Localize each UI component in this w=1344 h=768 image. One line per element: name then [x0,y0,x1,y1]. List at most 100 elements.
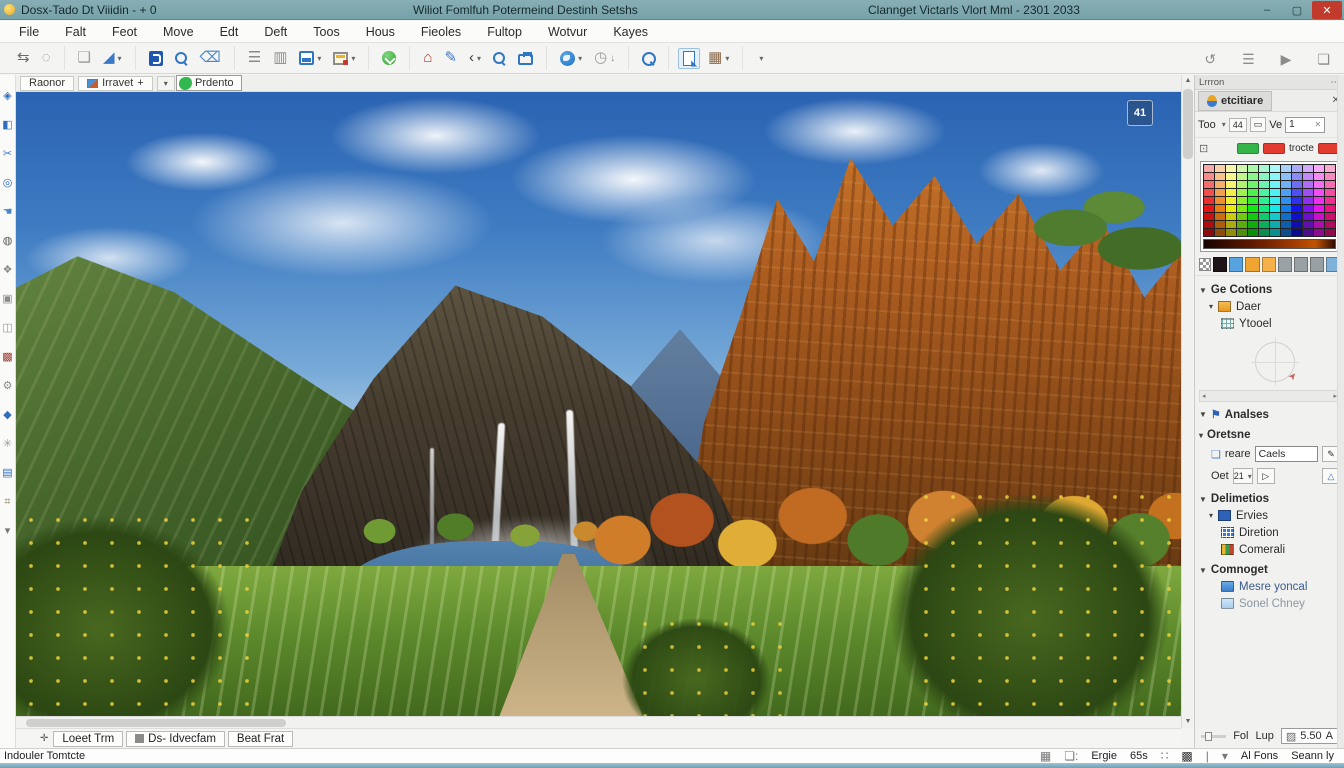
palette-cell[interactable] [1248,229,1258,236]
palette-cell[interactable] [1226,173,1236,180]
color-swatch[interactable] [1310,257,1324,272]
color-swatch[interactable] [1245,257,1259,272]
palette-cell[interactable] [1259,221,1269,228]
palette-cell[interactable] [1204,197,1214,204]
palette-cell[interactable] [1314,181,1324,188]
value-dropdown-button[interactable]: 21 ▾ [1233,468,1253,484]
palette-cell[interactable] [1215,173,1225,180]
palette-cell[interactable] [1281,173,1291,180]
dropdown-caret-icon[interactable]: ▾ [118,54,122,63]
palette-cell[interactable] [1237,189,1247,196]
palette-cell[interactable] [1270,189,1280,196]
history-icon-button[interactable]: ◷↓ [590,48,619,68]
palette-cell[interactable] [1325,213,1335,220]
status-item-ergie[interactable]: Ergie [1091,750,1117,762]
hand-tool-icon[interactable]: ☚ [1,205,15,219]
lup-label[interactable]: Lup [1255,730,1273,742]
palette-cell[interactable] [1259,173,1269,180]
palette-cell[interactable] [1314,197,1324,204]
shape-tool-icon[interactable]: ◆ [1,408,15,422]
palette-cell[interactable] [1325,229,1335,236]
clear-icon[interactable]: ✕ [1314,120,1321,129]
section-ge-cotions[interactable]: ▼ Ge Cotions [1195,282,1344,298]
chart-icon-button[interactable]: ▥ [269,48,291,68]
dropdown-caret-icon[interactable]: ▾ [725,54,729,63]
palette-cell[interactable] [1325,165,1335,172]
eraser-icon-button[interactable]: ⌫ [196,48,225,68]
palette-cell[interactable] [1303,205,1313,212]
list-icon-button[interactable]: ☰ [244,48,265,68]
palette-cell[interactable] [1215,189,1225,196]
dropdown-caret-icon[interactable]: ▾ [477,54,481,63]
stamp-tool-icon[interactable]: ▣ [1,292,15,306]
palette-cell[interactable] [1292,213,1302,220]
caret-icon[interactable]: ▾ [1222,749,1228,763]
palette-cell[interactable] [1281,213,1291,220]
palette-cell[interactable] [1226,197,1236,204]
palette-cell[interactable] [1292,205,1302,212]
color-swatch[interactable] [1278,257,1292,272]
palette-cell[interactable] [1314,213,1324,220]
dropdown-caret-icon[interactable]: ▾ [317,54,321,63]
window-icon[interactable]: ▦ [1040,749,1051,763]
color-swatch[interactable] [1229,257,1243,272]
transparency-checker-icon[interactable] [1199,258,1211,271]
scroll-up-arrow[interactable]: ▲ [1182,75,1194,87]
palette-cell[interactable] [1303,229,1313,236]
menu-item-kayes[interactable]: Kayes [600,23,661,41]
palette-cell[interactable] [1226,229,1236,236]
close-button[interactable]: ✕ [1312,1,1342,19]
palette-cell[interactable] [1314,229,1324,236]
vertical-scroll-thumb[interactable] [1183,89,1193,159]
palette-cell[interactable] [1303,165,1313,172]
cut-tool-icon[interactable]: ✂ [1,147,15,161]
tree-item-daer[interactable]: ▾Daer [1195,298,1344,315]
palette-cell[interactable] [1248,197,1258,204]
palette-cell[interactable] [1259,165,1269,172]
zoom-value-box[interactable]: ▨ 5.50 A [1281,728,1338,744]
bar-tool-icon[interactable]: ▤ [1,466,15,480]
palette-cell[interactable] [1314,205,1324,212]
palette-cell[interactable] [1259,181,1269,188]
play-icon-button[interactable]: ▶ [1277,49,1296,69]
palette-cell[interactable] [1281,229,1291,236]
monitor-icon-button[interactable]: ▾ [295,49,325,67]
doc-icon[interactable]: ❏: [1064,749,1078,763]
palette-cell[interactable] [1270,181,1280,188]
horizontal-scroll-thumb[interactable] [26,719,286,727]
palette-cell[interactable] [1215,181,1225,188]
palette-cell[interactable] [1226,189,1236,196]
palette-cell[interactable] [1325,197,1335,204]
target-tool-icon[interactable]: ◎ [1,176,15,190]
shape-button[interactable]: ▭ [1250,117,1267,132]
printer-icon-button[interactable]: ❑ [74,48,95,68]
frame-tool-icon[interactable]: ◫ [1,321,15,335]
palette-cell[interactable] [1248,213,1258,220]
key-icon-button[interactable] [489,50,510,67]
palette-cell[interactable] [1270,173,1280,180]
menu-item-fultop[interactable]: Fultop [474,23,535,41]
refresh-icon-button[interactable]: ↺ [1200,49,1220,69]
palette-cell[interactable] [1215,229,1225,236]
palette-cell[interactable] [1226,221,1236,228]
palette-cell[interactable] [1325,221,1335,228]
palette-cell[interactable] [1215,205,1225,212]
color-swatch[interactable] [1213,257,1227,272]
palette-cell[interactable] [1270,197,1280,204]
palette-cell[interactable] [1281,197,1291,204]
palette-cell[interactable] [1303,221,1313,228]
too-dropdown-caret[interactable]: ▾ [1222,120,1226,129]
palette-cell[interactable] [1292,229,1302,236]
crop-tool-icon[interactable]: ⌗ [1,495,15,509]
palette-cell[interactable] [1314,221,1324,228]
palette-cell[interactable] [1314,189,1324,196]
palette-cell[interactable] [1215,197,1225,204]
dropdown-caret-icon[interactable]: ▾ [351,54,355,63]
palette-cell[interactable] [1281,165,1291,172]
palette-cell[interactable] [1292,165,1302,172]
palette-cell[interactable] [1204,165,1214,172]
lasso-icon-button[interactable]: ◌ [38,48,55,68]
gradient-slider[interactable] [1203,239,1336,249]
palette-cell[interactable] [1270,229,1280,236]
palette-cell[interactable] [1259,205,1269,212]
